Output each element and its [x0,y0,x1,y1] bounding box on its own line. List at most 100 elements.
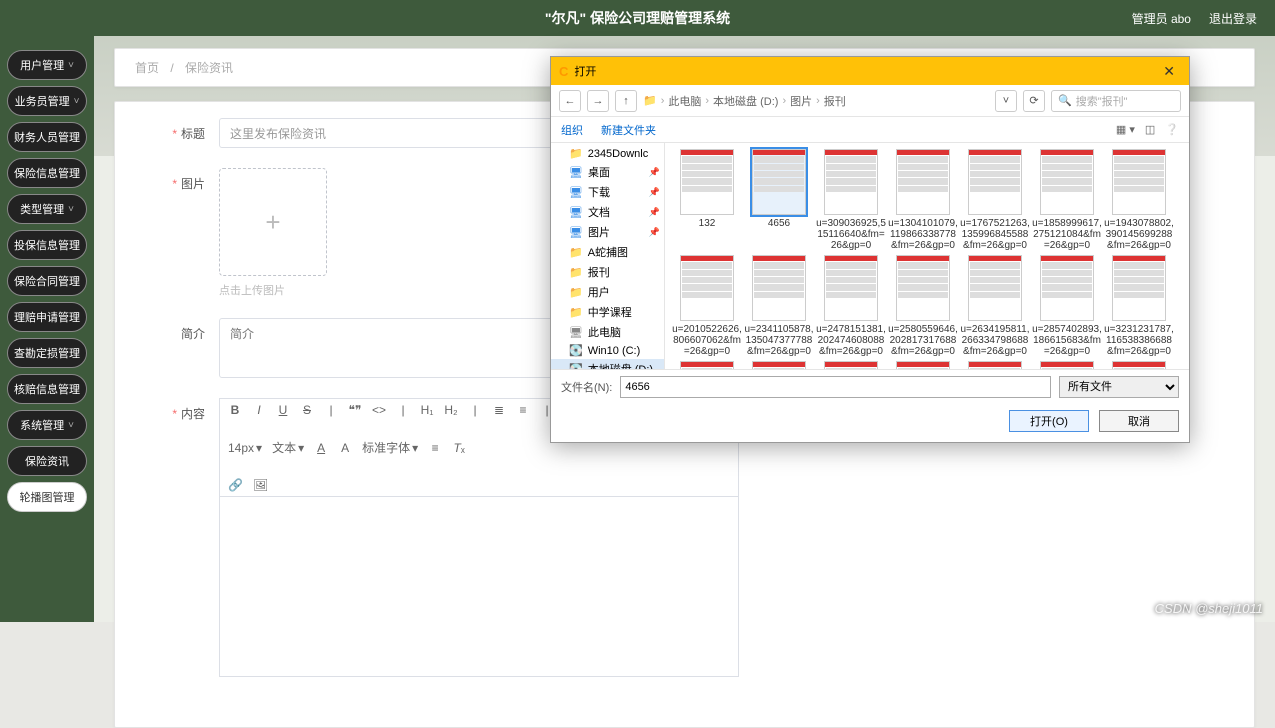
file-tile[interactable]: u=2857402893,186615683&fm=26&gp=0 [1031,255,1103,357]
tree-item[interactable]: 🖥下载📌 [551,182,664,202]
cancel-button[interactable]: 取消 [1099,410,1179,432]
help-icon[interactable]: ❔ [1165,123,1179,136]
sidebar-item-7[interactable]: 理赔申请管理 [7,302,87,332]
sidebar-item-11[interactable]: 保险资讯 [7,446,87,476]
bold-icon[interactable]: B [228,403,242,417]
path-segment[interactable]: 图片 [790,93,812,109]
preview-pane-icon[interactable]: ◫ [1145,123,1155,136]
file-tile[interactable]: u=2580559646,202817317688&fm=26&gp=0 [887,255,959,357]
file-name: 4656 [743,218,815,229]
tree-item[interactable]: 💽本地磁盘 (D:) [551,359,664,369]
sidebar-item-10[interactable]: 系统管理˅ [7,410,87,440]
code-icon[interactable]: <> [372,403,386,417]
tree-item[interactable]: 🖥桌面📌 [551,162,664,182]
ol-icon[interactable]: ≣ [492,403,506,417]
file-tile[interactable]: u=2634195811,266334798688&fm=26&gp=0 [959,255,1031,357]
font-family-select[interactable]: 标准字体 ▾ [362,439,418,456]
tree-item[interactable]: 📁中学课程 [551,302,664,322]
file-tile[interactable] [671,361,743,369]
sidebar-item-1[interactable]: 业务员管理˅ [7,86,87,116]
sidebar-item-6[interactable]: 保险合同管理 [7,266,87,296]
tree-item[interactable]: 🖥文档📌 [551,202,664,222]
logout-link[interactable]: 退出登录 [1209,10,1257,27]
sidebar-item-3[interactable]: 保险信息管理 [7,158,87,188]
refresh-button[interactable]: ⟳ [1023,90,1045,112]
file-tile[interactable] [743,361,815,369]
file-tile[interactable] [1103,361,1175,369]
sidebar-item-8[interactable]: 查勘定损管理 [7,338,87,368]
file-tile[interactable] [959,361,1031,369]
brand-title: "尔凡" 保险公司理赔管理系统 [545,8,730,28]
breadcrumb-home[interactable]: 首页 [135,61,159,75]
file-thumbnail [1112,149,1166,215]
file-tile[interactable]: 132 [671,149,743,251]
view-mode-icon[interactable]: ▦ ▾ [1116,123,1135,136]
ul-icon[interactable]: ≡ [516,403,530,417]
path-breadcrumb[interactable]: 📁›此电脑›本地磁盘 (D:)›图片›报刊 [643,93,989,109]
filetype-select[interactable]: 所有文件 [1059,376,1179,398]
file-tile[interactable]: u=3231231787,116538386688&fm=26&gp=0 [1103,255,1175,357]
sidebar-item-0[interactable]: 用户管理˅ [7,50,87,80]
search-input[interactable]: 🔍 搜索"报刊" [1051,90,1181,112]
bgcolor-icon[interactable]: A [338,441,352,455]
image-icon[interactable]: 🖼 [253,478,268,492]
sidebar-item-9[interactable]: 核赔信息管理 [7,374,87,404]
file-tile[interactable] [815,361,887,369]
nav-forward-button[interactable]: → [587,90,609,112]
link-icon[interactable]: 🔗 [228,478,243,492]
tree-item[interactable]: 🖥此电脑 [551,322,664,342]
nav-back-button[interactable]: ← [559,90,581,112]
open-button[interactable]: 打开(O) [1009,410,1089,432]
tree-item[interactable]: 💽Win10 (C:) [551,342,664,359]
file-tile[interactable]: u=2010522626,806607062&fm=26&gp=0 [671,255,743,357]
font-kind-select[interactable]: 文本 ▾ [272,439,304,456]
new-folder-button[interactable]: 新建文件夹 [601,122,656,138]
quote-icon[interactable]: ❝❞ [348,403,362,417]
clear-format-icon[interactable]: Tₓ [452,441,466,455]
h2-icon[interactable]: H₂ [444,403,458,417]
h1-icon[interactable]: H₁ [420,403,434,417]
tree-item[interactable]: 📁A蛇捕图 [551,242,664,262]
sidebar-item-12[interactable]: 轮播图管理 [7,482,87,512]
tree-item[interactable]: 📁报刊 [551,262,664,282]
tree-item[interactable]: 📁用户 [551,282,664,302]
file-tile[interactable]: u=1943078802,390145699288&fm=26&gp=0 [1103,149,1175,251]
sidebar-item-4[interactable]: 类型管理˅ [7,194,87,224]
nav-up-button[interactable]: ↑ [615,90,637,112]
editor-body[interactable] [219,497,739,677]
strike-icon[interactable]: S [300,403,314,417]
path-segment[interactable]: 报刊 [824,93,846,109]
tree-item[interactable]: 📁2345Downlc [551,145,664,162]
path-segment[interactable]: 此电脑 [668,93,701,109]
file-tile[interactable]: u=309036925,515116640&fm=26&gp=0 [815,149,887,251]
sidebar-item-2[interactable]: 财务人员管理 [7,122,87,152]
color-icon[interactable]: A [314,441,328,455]
file-tile[interactable]: u=2341105878,135047377788&fm=26&gp=0 [743,255,815,357]
italic-icon[interactable]: I [252,403,266,417]
file-thumbnail [680,255,734,321]
filename-input[interactable] [620,376,1051,398]
pin-icon: 📌 [649,167,660,178]
tree-item[interactable]: 🖥图片📌 [551,222,664,242]
underline-icon[interactable]: U [276,403,290,417]
file-thumbnail [1040,361,1094,369]
path-dropdown-button[interactable]: ˅ [995,90,1017,112]
file-tile[interactable]: u=2478151381,202474608088&fm=26&gp=0 [815,255,887,357]
sidebar-item-5[interactable]: 投保信息管理 [7,230,87,260]
align-icon[interactable]: ≡ [428,441,442,455]
image-uploader[interactable]: + [219,168,327,276]
upload-hint: 点击上传图片 [219,282,327,298]
font-size-select[interactable]: 14px ▾ [228,441,262,455]
file-tile[interactable]: u=1858999617,275121084&fm=26&gp=0 [1031,149,1103,251]
file-tile[interactable]: u=1304101079,119866338778&fm=26&gp=0 [887,149,959,251]
organize-menu[interactable]: 组织 [561,122,583,138]
path-segment[interactable]: 本地磁盘 (D:) [713,93,778,109]
file-thumbnail [680,149,734,215]
folder-icon: 💽 [569,344,583,357]
file-tile[interactable] [887,361,959,369]
file-tile[interactable]: u=1767521263,135996845588&fm=26&gp=0 [959,149,1031,251]
close-icon[interactable]: ✕ [1157,63,1181,80]
user-label[interactable]: 管理员 abo [1132,10,1191,27]
file-tile[interactable] [1031,361,1103,369]
file-tile[interactable]: 4656 [743,149,815,251]
